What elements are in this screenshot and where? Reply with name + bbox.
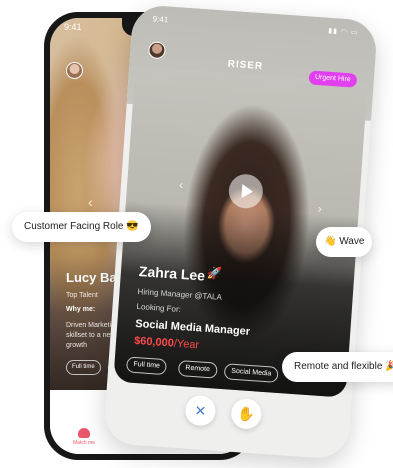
tag-full-time: Full time <box>125 356 168 376</box>
close-icon: ✕ <box>194 402 207 420</box>
wave-callout: 👋 Wave <box>316 227 373 257</box>
wave-hand-icon: ✋ <box>237 405 256 423</box>
rocket-icon: 🚀 <box>206 265 223 281</box>
status-time: 9:41 <box>64 22 82 32</box>
tag-remote: Remote <box>177 360 218 379</box>
people-icon <box>78 428 90 438</box>
avatar[interactable] <box>66 62 83 79</box>
nav-item-match-me[interactable]: Match me <box>64 428 104 446</box>
customer-facing-callout: Customer Facing Role 😎 <box>12 212 151 242</box>
status-time: 9:41 <box>152 14 169 25</box>
nav-label: Match me <box>73 440 95 446</box>
wave-button[interactable]: ✋ <box>230 397 263 430</box>
remote-flexible-callout: Remote and flexible 🎉 <box>282 352 393 382</box>
tag-full-time: Full time <box>66 360 101 375</box>
candidate-subtitle: Top Talent <box>66 292 98 299</box>
chevron-left-icon[interactable]: ‹ <box>88 194 93 210</box>
reject-button[interactable]: ✕ <box>184 394 217 427</box>
why-me-label: Why me: <box>66 306 96 313</box>
salary-period: /Year <box>173 337 200 352</box>
